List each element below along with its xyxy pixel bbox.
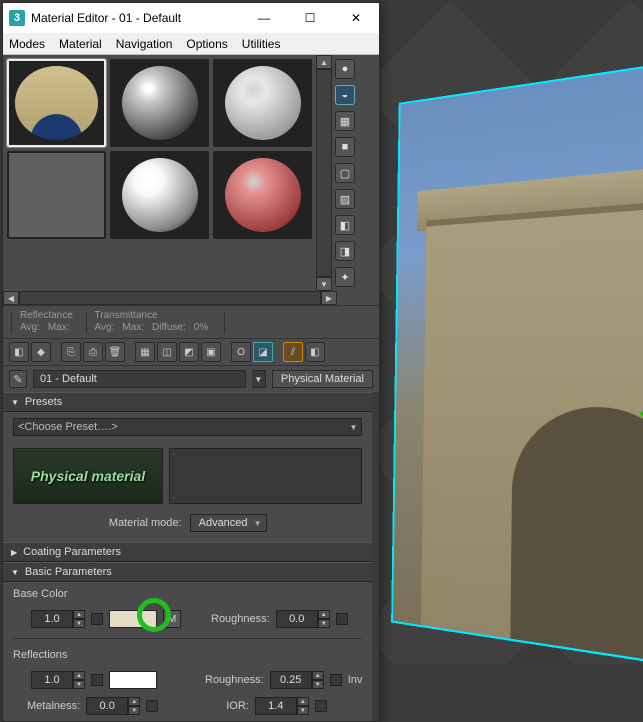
tool-go-parent-icon[interactable]: ⫽ bbox=[283, 342, 303, 362]
preset-dropdown[interactable]: <Choose Preset….>▼ bbox=[13, 418, 362, 436]
tool-show-map-icon[interactable]: ▣ bbox=[201, 342, 221, 362]
caret-right-icon: ▶ bbox=[11, 548, 17, 557]
toolbar: ◧ ◆ ⎘ ⎙ 🗑 ▦ ◫ ◩ ▣ O ◪ ⫽ ◧ bbox=[3, 338, 379, 366]
sample-slot-2[interactable] bbox=[110, 59, 209, 147]
material-name-dropdown[interactable]: ▼ bbox=[252, 370, 266, 388]
rollout-vscroll[interactable] bbox=[372, 392, 379, 721]
sample-hscroll[interactable]: ◀▶ bbox=[3, 291, 379, 305]
preset-logo: Physical material bbox=[13, 448, 163, 504]
sample-slot-5[interactable] bbox=[110, 151, 209, 239]
transmittance-label: Transmittance bbox=[95, 310, 217, 322]
preset-preview bbox=[169, 448, 362, 504]
pick-material-icon[interactable]: ✎ bbox=[9, 370, 27, 388]
side-uv-tiling-icon[interactable]: ■ bbox=[335, 137, 355, 157]
side-sample-type-icon[interactable]: ● bbox=[335, 59, 355, 79]
tool-reset-icon[interactable]: ⎙ bbox=[83, 342, 103, 362]
side-mtl-map-nav-icon[interactable]: ✦ bbox=[335, 267, 355, 287]
material-editor-window: 3 Material Editor - 01 - Default — ☐ ✕ M… bbox=[2, 2, 380, 722]
refl-roughness-spinner[interactable]: ▲▼ bbox=[270, 671, 324, 689]
tool-material-id-icon[interactable]: ◩ bbox=[179, 342, 199, 362]
presets-rollout-header[interactable]: ▼ Presets bbox=[3, 392, 372, 412]
refl-roughness-label: Roughness: bbox=[205, 674, 264, 686]
ior-spinner[interactable]: ▲▼ bbox=[255, 697, 309, 715]
tool-zero-icon[interactable]: O bbox=[231, 342, 251, 362]
coating-rollout-header[interactable]: ▶ Coating Parameters bbox=[3, 542, 372, 562]
sample-slot-6[interactable] bbox=[213, 151, 312, 239]
tool-go-sibling-icon[interactable]: ◧ bbox=[305, 342, 325, 362]
tool-make-unique-icon[interactable]: ▦ bbox=[135, 342, 155, 362]
material-name-input[interactable] bbox=[33, 370, 246, 388]
refl-enable-checkbox[interactable] bbox=[91, 674, 103, 686]
caret-down-icon: ▼ bbox=[11, 398, 19, 407]
menu-options[interactable]: Options bbox=[186, 37, 227, 51]
side-preview-icon[interactable]: ▨ bbox=[335, 189, 355, 209]
menu-modes[interactable]: Modes bbox=[9, 37, 45, 51]
app-icon: 3 bbox=[9, 10, 25, 26]
base-roughness-label: Roughness: bbox=[211, 613, 270, 625]
menu-navigation[interactable]: Navigation bbox=[116, 37, 173, 51]
side-background-icon[interactable]: ▦ bbox=[335, 111, 355, 131]
sample-slot-3[interactable] bbox=[213, 59, 312, 147]
reflections-label: Reflections bbox=[13, 649, 362, 661]
ior-map-checkbox[interactable] bbox=[315, 700, 327, 712]
base-weight-spinner[interactable]: ▲▼ bbox=[31, 610, 85, 628]
sample-slot-4[interactable] bbox=[7, 151, 106, 239]
tool-show-end-result-icon[interactable]: ◪ bbox=[253, 342, 273, 362]
menu-utilities[interactable]: Utilities bbox=[242, 37, 281, 51]
window-title: Material Editor - 01 - Default bbox=[31, 11, 241, 25]
minimize-button[interactable]: — bbox=[241, 3, 287, 33]
reflectance-label: Reflectance bbox=[20, 310, 78, 322]
diffuse-label: Diffuse: bbox=[152, 322, 186, 333]
titlebar[interactable]: 3 Material Editor - 01 - Default — ☐ ✕ bbox=[3, 3, 379, 33]
tool-get-material-icon[interactable]: ◧ bbox=[9, 342, 29, 362]
close-button[interactable]: ✕ bbox=[333, 3, 379, 33]
metalness-map-checkbox[interactable] bbox=[146, 700, 158, 712]
caret-down-icon: ▼ bbox=[11, 568, 19, 577]
basic-rollout-header[interactable]: ▼ Basic Parameters bbox=[3, 562, 372, 582]
inv-label: Inv bbox=[348, 674, 363, 686]
tool-delete-icon[interactable]: 🗑 bbox=[105, 342, 125, 362]
metalness-spinner[interactable]: ▲▼ bbox=[86, 697, 140, 715]
side-options-icon[interactable]: ◧ bbox=[335, 215, 355, 235]
diffuse-value: 0% bbox=[194, 322, 208, 333]
base-color-swatch[interactable] bbox=[109, 610, 157, 628]
textured-plane[interactable] bbox=[391, 55, 643, 673]
side-toolbar: ● ◒ ▦ ■ ▢ ▨ ◧ ◨ ✦ bbox=[332, 55, 358, 291]
tool-assign-icon[interactable]: ⎘ bbox=[61, 342, 81, 362]
sample-slots bbox=[3, 55, 316, 291]
side-video-check-icon[interactable]: ▢ bbox=[335, 163, 355, 183]
refl-color-swatch[interactable] bbox=[109, 671, 157, 689]
sample-vscroll[interactable]: ▲▼ bbox=[316, 55, 332, 291]
side-backlight-icon[interactable]: ◒ bbox=[335, 85, 355, 105]
material-mode-label: Material mode: bbox=[109, 517, 182, 529]
maximize-button[interactable]: ☐ bbox=[287, 3, 333, 33]
tool-put-library-icon[interactable]: ◫ bbox=[157, 342, 177, 362]
refl-weight-spinner[interactable]: ▲▼ bbox=[31, 671, 85, 689]
menu-material[interactable]: Material bbox=[59, 37, 102, 51]
info-bar: Reflectance Avg:Max: Transmittance Avg:M… bbox=[3, 305, 379, 338]
base-roughness-spinner[interactable]: ▲▼ bbox=[276, 610, 330, 628]
material-name-bar: ✎ ▼ Physical Material bbox=[3, 366, 379, 392]
material-mode-dropdown[interactable]: Advanced bbox=[190, 514, 267, 532]
material-type-button[interactable]: Physical Material bbox=[272, 370, 373, 388]
base-color-enable-checkbox[interactable] bbox=[91, 613, 103, 625]
metalness-label: Metalness: bbox=[27, 700, 80, 712]
menubar: Modes Material Navigation Options Utilit… bbox=[3, 33, 379, 55]
tool-put-to-scene-icon[interactable]: ◆ bbox=[31, 342, 51, 362]
base-color-label: Base Color bbox=[13, 588, 362, 600]
sample-slot-1[interactable] bbox=[7, 59, 106, 147]
side-select-by-mat-icon[interactable]: ◨ bbox=[335, 241, 355, 261]
base-color-map-button[interactable]: M bbox=[163, 610, 181, 628]
refl-roughness-map-checkbox[interactable] bbox=[330, 674, 342, 686]
ior-label: IOR: bbox=[226, 700, 249, 712]
base-roughness-map-checkbox[interactable] bbox=[336, 613, 348, 625]
